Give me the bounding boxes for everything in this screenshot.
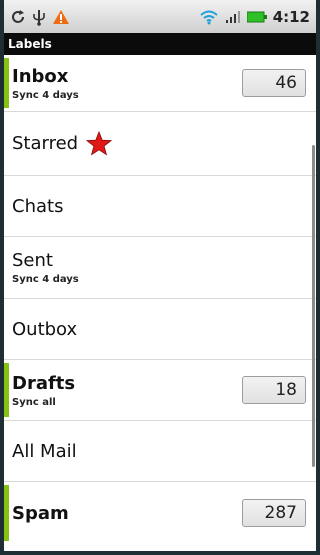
page-title: Labels [8, 37, 52, 51]
unread-count-badge: 18 [242, 376, 306, 404]
app-frame: 4:12 Labels Inbox Sync 4 days 46 Starred [0, 0, 320, 555]
warning-icon [52, 9, 70, 25]
label-row-all-mail[interactable]: All Mail [4, 421, 316, 482]
label-row-starred[interactable]: Starred [4, 112, 316, 176]
status-bar: 4:12 [4, 0, 316, 33]
label-name: Starred [12, 133, 79, 154]
label-row-chats[interactable]: Chats [4, 176, 316, 237]
status-time: 4:12 [272, 7, 310, 26]
unread-count-badge: 287 [242, 499, 306, 527]
label-row-inbox[interactable]: Inbox Sync 4 days 46 [4, 55, 316, 112]
label-row-spam[interactable]: Spam 287 [4, 482, 316, 544]
wifi-icon [199, 9, 219, 25]
scrollbar[interactable] [312, 145, 315, 467]
label-name: Spam [12, 502, 69, 524]
label-name: Outbox [12, 318, 78, 340]
labels-list: Inbox Sync 4 days 46 Starred Chats Sent … [4, 55, 316, 544]
sync-icon [10, 9, 26, 25]
label-sync-status: Sync 4 days [12, 89, 79, 101]
label-name: Chats [12, 195, 64, 217]
label-sync-status: Sync all [12, 396, 56, 408]
star-icon [86, 130, 113, 157]
label-row-outbox[interactable]: Outbox [4, 299, 316, 360]
label-name: Drafts [12, 372, 76, 394]
label-name: Sent [12, 250, 53, 271]
label-row-sent[interactable]: Sent Sync 4 days [4, 237, 316, 299]
label-row-drafts[interactable]: Drafts Sync all 18 [4, 360, 316, 421]
battery-icon [246, 11, 267, 23]
unread-count-badge: 46 [242, 69, 306, 97]
usb-icon [32, 8, 46, 26]
label-name: Inbox [12, 65, 69, 87]
signal-icon [225, 10, 241, 24]
label-sync-status: Sync 4 days [12, 274, 79, 285]
label-name: All Mail [12, 440, 77, 462]
title-bar: Labels [4, 33, 316, 55]
